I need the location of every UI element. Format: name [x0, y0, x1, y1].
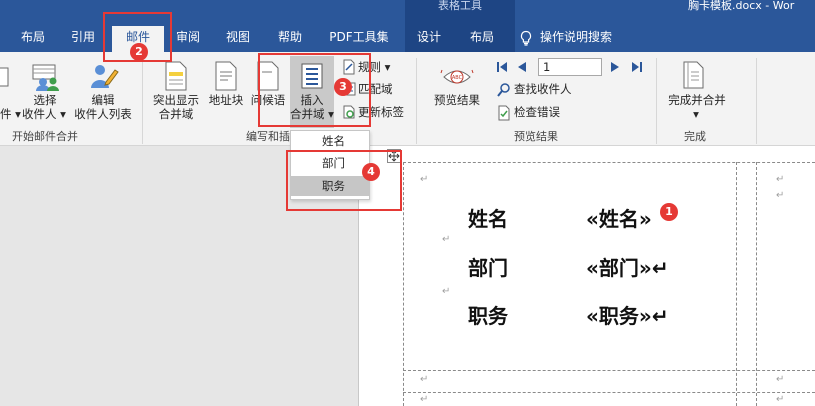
ribbon-separator	[756, 58, 757, 144]
highlight-fields-label-2[interactable]: 合并域	[148, 107, 204, 122]
tab-layout[interactable]: 布局	[12, 26, 54, 52]
dropdown-item-name[interactable]: 姓名	[291, 131, 369, 151]
highlight-fields-icon	[165, 61, 187, 91]
ribbon-separator	[142, 58, 143, 144]
ribbon-separator	[416, 58, 417, 144]
annotation-badge-2: 2	[130, 43, 148, 61]
group-preview-label: 预览结果	[514, 130, 558, 143]
badge-label-name: 姓名	[468, 207, 508, 231]
record-nav-first-prev-icon[interactable]	[496, 60, 536, 74]
recipients-icon	[32, 64, 59, 91]
tab-table-design[interactable]: 设计	[410, 26, 448, 52]
document-title: 胸卡模板.docx - Wor	[688, 0, 795, 12]
partial-envelope-icon	[0, 67, 9, 87]
highlight-fields-label-1[interactable]: 突出显示	[148, 93, 204, 108]
paragraph-mark: ↵	[420, 174, 429, 185]
paragraph-mark: ↵	[776, 174, 785, 185]
table-gridline	[756, 162, 757, 406]
badge-label-title: 职务	[468, 304, 508, 328]
annotation-badge-4: 4	[362, 163, 380, 181]
paragraph-mark: ↵	[776, 190, 785, 201]
lightbulb-icon	[520, 30, 532, 46]
paragraph-mark: ↵	[420, 394, 429, 405]
merge-field-name[interactable]: «姓名»	[586, 203, 652, 232]
record-number-input[interactable]: 1	[538, 58, 602, 76]
tab-table-layout[interactable]: 布局	[462, 26, 502, 52]
tab-pdf-tools[interactable]: PDF工具集	[322, 26, 396, 52]
merge-field-department[interactable]: «部门»↵	[586, 252, 669, 281]
preview-results-label[interactable]: 预览结果	[428, 93, 486, 108]
group-start-merge-label: 开始邮件合并	[12, 130, 78, 143]
check-errors-button[interactable]: 检查错误	[514, 103, 560, 121]
tab-help[interactable]: 帮助	[270, 26, 310, 52]
edit-recipients-icon	[91, 65, 119, 88]
paragraph-mark: ↵	[776, 374, 785, 385]
badge-label-department: 部门	[468, 256, 508, 280]
table-gridline	[403, 162, 815, 163]
find-recipient-button[interactable]: 查找收件人	[514, 80, 572, 98]
annotation-box-insert-field	[258, 53, 371, 127]
svg-text:ABC: ABC	[452, 75, 463, 81]
preview-abc-icon: ABC	[440, 69, 474, 84]
paragraph-mark: ↵	[420, 374, 429, 385]
context-tab-group-label: 表格工具	[438, 0, 482, 12]
tell-me-search[interactable]: 操作说明搜索	[540, 26, 624, 52]
annotation-badge-1: 1	[660, 203, 678, 221]
edit-recipients-label-1[interactable]: 编辑	[78, 93, 128, 108]
finish-merge-label-2[interactable]: ▾	[686, 107, 706, 122]
check-errors-icon	[498, 105, 510, 121]
tab-view[interactable]: 视图	[218, 26, 258, 52]
record-nav-next-last-icon[interactable]	[608, 60, 648, 74]
table-gridline	[403, 162, 404, 406]
group-finish-label: 完成	[684, 130, 706, 143]
finish-merge-label-1[interactable]: 完成并合并	[664, 93, 730, 108]
table-gridline	[403, 370, 815, 371]
select-recipients-label-2[interactable]: 收件人 ▾	[14, 107, 74, 122]
paragraph-mark: ↵	[776, 394, 785, 405]
find-recipient-icon	[497, 83, 510, 97]
table-gridline	[403, 392, 815, 393]
tab-review[interactable]: 审阅	[168, 26, 208, 52]
edit-recipients-label-2[interactable]: 收件人列表	[70, 107, 136, 122]
table-gridline	[736, 162, 737, 406]
finish-merge-icon	[683, 61, 704, 89]
paragraph-mark: ↵	[442, 234, 451, 245]
group-write-insert-label: 编写和插	[246, 130, 290, 143]
paragraph-mark: ↵	[442, 286, 451, 297]
select-recipients-label-1[interactable]: 选择	[20, 93, 70, 108]
address-block-icon	[215, 61, 237, 91]
address-block-label[interactable]: 地址块	[204, 93, 248, 108]
merge-field-title[interactable]: «职务»↵	[586, 300, 669, 329]
annotation-badge-3: 3	[334, 78, 352, 96]
tab-references[interactable]: 引用	[62, 26, 104, 52]
ribbon-separator	[656, 58, 657, 144]
annotation-box-dropdown-item	[286, 150, 402, 211]
start-merge-partial-label[interactable]: 件 ▾	[0, 107, 21, 122]
